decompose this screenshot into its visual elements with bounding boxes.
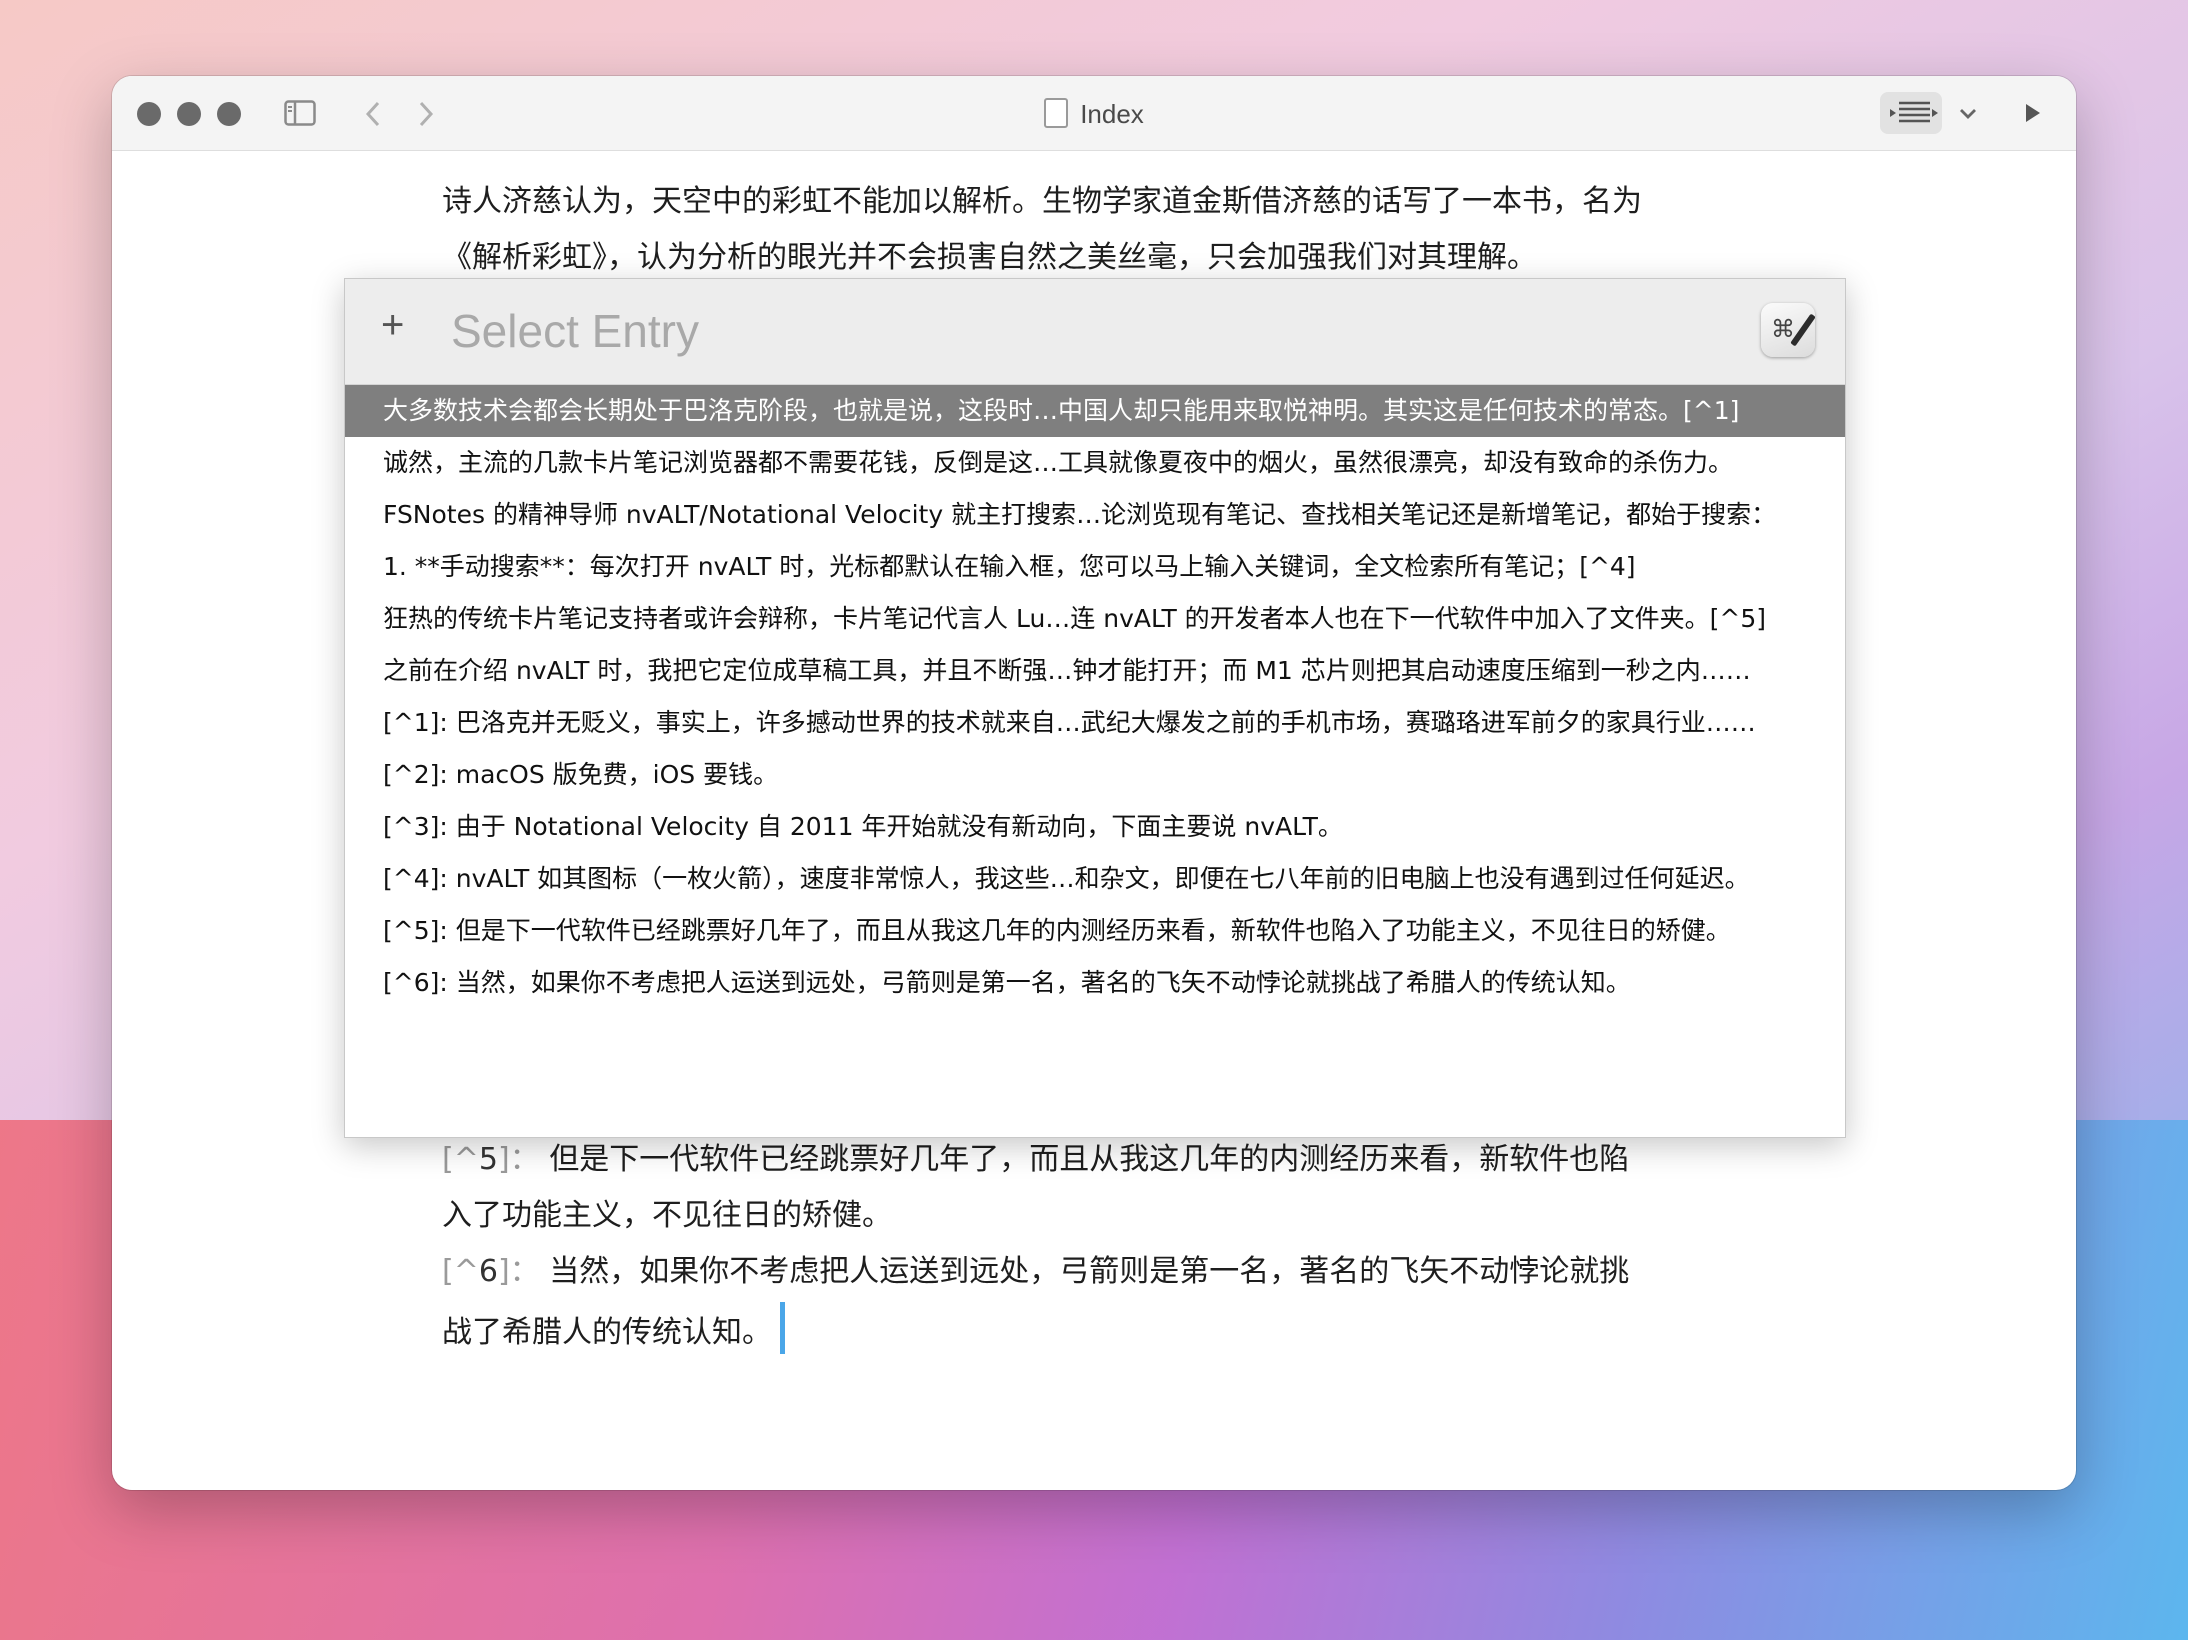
footnote-5-line[interactable]: [^5]： 但是下一代软件已经跳票好几年了，而且从我这几年的内测经历来看，新软件… — [442, 1134, 1629, 1178]
title-bar: Index — [112, 76, 2076, 151]
app-icon: ⌘ — [1761, 303, 1815, 357]
entry-result[interactable]: [^5]: 但是下一代软件已经跳票好几年了，而且从我这几年的内测经历来看，新软件… — [345, 905, 1845, 957]
footnote-5-continuation[interactable]: 入了功能主义，不见往日的矫健。 — [442, 1190, 892, 1234]
entry-result-selected[interactable]: 大多数技术会都会长期处于巴洛克阶段，也就是说，这段时…中国人却只能用来取悦神明。… — [345, 385, 1845, 437]
footnote-continuation-text: 战了希腊人的传统认知。 — [442, 1315, 772, 1350]
command-key-icon: ⌘ — [1771, 315, 1795, 343]
palette-header: + ⌘ — [345, 279, 1845, 385]
chevron-down-icon[interactable] — [1958, 106, 1978, 125]
footnote-close: ]： — [497, 1254, 540, 1289]
editor-paragraph-line[interactable]: 诗人济慈认为，天空中的彩虹不能加以解析。生物学家道金斯借济慈的话写了一本书，名为 — [442, 176, 1642, 220]
select-entry-input[interactable] — [449, 299, 1653, 363]
footnote-close: ]： — [497, 1142, 540, 1177]
entry-result[interactable]: 狂热的传统卡片笔记支持者或许会辩称，卡片笔记代言人 Lu…连 nvALT 的开发… — [345, 593, 1845, 645]
entry-result[interactable]: [^6]: 当然，如果你不考虑把人运送到远处，弓箭则是第一名，著名的飞矢不动悖论… — [345, 957, 1845, 1009]
entry-result[interactable]: 1. **手动搜索**：每次打开 nvALT 时，光标都默认在输入框，您可以马上… — [345, 541, 1845, 593]
footnote-6-line[interactable]: [^6]： 当然，如果你不考虑把人运送到远处，弓箭则是第一名，著名的飞矢不动悖论… — [442, 1246, 1629, 1290]
footnote-text: 但是下一代软件已经跳票好几年了，而且从我这几年的内测经历来看，新软件也陷 — [549, 1142, 1630, 1177]
text-cursor — [780, 1302, 785, 1354]
window-title-text: Index — [1080, 99, 1144, 129]
list-icon — [1890, 101, 1938, 123]
entry-result[interactable]: [^2]: macOS 版免费，iOS 要钱。 — [345, 749, 1845, 801]
entry-result[interactable]: FSNotes 的精神导师 nvALT/Notational Velocity … — [345, 489, 1845, 541]
entry-results-list: 大多数技术会都会长期处于巴洛克阶段，也就是说，这段时…中国人却只能用来取悦神明。… — [345, 385, 1845, 1009]
entry-result[interactable]: 诚然，主流的几款卡片笔记浏览器都不需要花钱，反倒是这…工具就像夏夜中的烟火，虽然… — [345, 437, 1845, 489]
footnote-open: [^ — [442, 1254, 479, 1289]
outline-list-button[interactable] — [1880, 92, 1942, 134]
entry-result[interactable]: [^1]: 巴洛克并无贬义，事实上，许多撼动世界的技术就来自…武纪大爆发之前的手… — [345, 697, 1845, 749]
window-title: Index — [112, 98, 2076, 130]
entry-result[interactable]: 之前在介绍 nvALT 时，我把它定位成草稿工具，并且不断强…钟才能打开；而 M… — [345, 645, 1845, 697]
footnote-6-continuation[interactable]: 战了希腊人的传统认知。 — [442, 1302, 785, 1354]
footnote-text: 当然，如果你不考虑把人运送到远处，弓箭则是第一名，著名的飞矢不动悖论就挑 — [549, 1254, 1630, 1289]
play-preview-icon[interactable] — [2024, 102, 2042, 128]
footnote-open: [^ — [442, 1142, 479, 1177]
entry-result[interactable]: [^3]: 由于 Notational Velocity 自 2011 年开始就… — [345, 801, 1845, 853]
add-entry-button[interactable]: + — [381, 303, 404, 348]
document-icon — [1044, 98, 1069, 128]
entry-result[interactable]: [^4]: nvALT 如其图标（一枚火箭），速度非常惊人，我这些…和杂文，即便… — [345, 853, 1845, 905]
footnote-number: 5 — [478, 1142, 498, 1177]
editor-paragraph-line[interactable]: 《解析彩虹》，认为分析的眼光并不会损害自然之美丝毫，只会加强我们对其理解。 — [442, 232, 1537, 276]
select-entry-palette: + ⌘ 大多数技术会都会长期处于巴洛克阶段，也就是说，这段时…中国人却只能用来取… — [344, 278, 1846, 1138]
footnote-number: 6 — [478, 1254, 498, 1289]
